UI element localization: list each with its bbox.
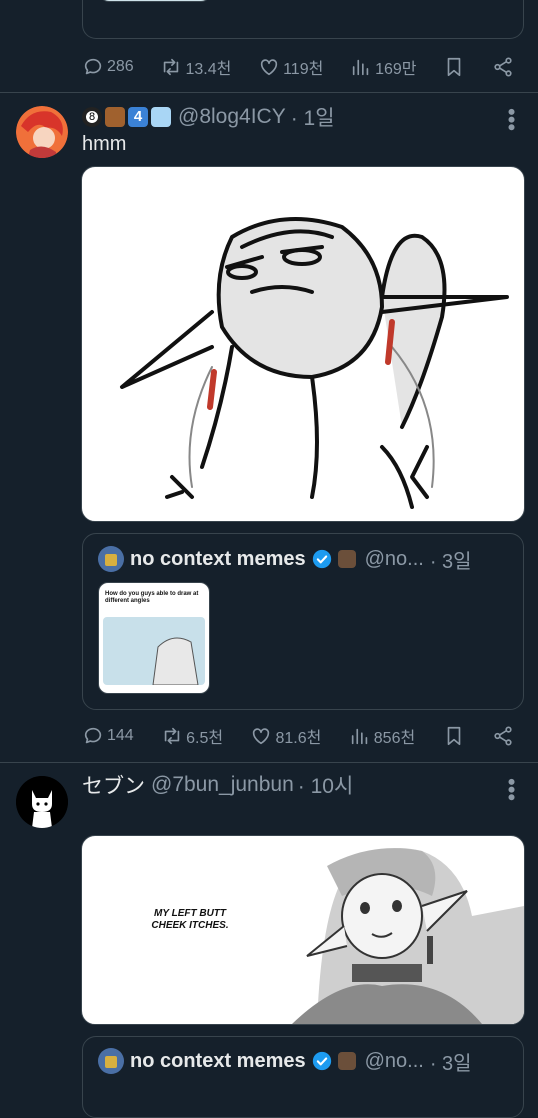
tweet-header: 8 4 @8log4ICY · 1일 [82,104,335,130]
views-icon [351,728,368,745]
like-button[interactable]: 119천 [258,55,323,79]
thumbnail-image [103,617,205,686]
portrait-icon [337,1052,356,1070]
views-button[interactable]: 169만 [350,55,416,79]
quote-handle: @no... [364,1049,424,1072]
quote-header: no context memes @no... · 3일 [98,1047,472,1075]
reply-button[interactable]: 144 [82,725,134,747]
quote-author-name: no context memes [130,1049,306,1072]
retweet-icon [164,727,180,745]
avatar[interactable] [16,776,68,828]
bookmark-icon [447,57,461,77]
more-icon[interactable]: ••• [499,108,524,131]
action-bar-previous: 286 13.4천 119천 169만 [82,53,514,81]
views-count: 169만 [375,61,417,78]
tweet-divider [0,762,538,763]
tweet-text: hmm [82,133,127,155]
share-icon [494,726,512,746]
user-handle[interactable]: @7bun_junbun [151,773,294,797]
action-bar: 144 6.5천 81.6천 856천 [82,722,514,750]
reply-icon [84,58,102,75]
quote-thumbnail [99,0,211,2]
quote-author-name: no context memes [130,547,306,570]
reply-button[interactable]: 286 [82,56,134,78]
reply-icon [84,727,102,744]
tweet-image[interactable] [81,166,525,522]
bookmark-button[interactable] [443,56,465,78]
number-badge: 4 [128,107,148,127]
avatar[interactable] [16,106,68,158]
quote-header: no context memes @no... · 3일 [98,545,472,573]
retweet-icon [164,58,179,76]
like-button[interactable]: 81.6천 [250,724,321,748]
share-icon [494,57,512,77]
retweet-button[interactable]: 13.4천 [160,55,231,79]
views-button[interactable]: 856천 [349,724,415,748]
tweet-time[interactable]: · 1일 [291,102,335,132]
views-count: 856천 [373,730,416,747]
like-icon [260,59,278,76]
share-button[interactable] [492,725,514,747]
quote-avatar [98,1048,124,1074]
views-icon [352,59,369,76]
like-count: 119천 [283,61,324,78]
retweet-count: 13.4천 [185,61,232,78]
user-handle[interactable]: @8log4ICY [178,105,286,129]
author-name[interactable]: セブン [82,770,145,800]
quote-avatar [98,546,124,572]
quote-time: · 3일 [429,550,472,573]
eight-ball-icon: 8 [82,107,102,127]
like-icon [253,728,270,745]
tweet-header: セブン @7bun_junbun · 10시 [82,772,353,798]
bookmark-button[interactable] [443,725,465,747]
quote-thumbnail[interactable]: How do you guys able to draw at differen… [98,582,210,694]
tweet-image[interactable]: MY LEFT BUTT CHEEK ITCHES. [81,835,525,1025]
more-icon[interactable]: ••• [499,778,524,801]
bookmark-icon [447,726,460,746]
tweet-divider [0,92,538,93]
verified-icon [312,549,331,569]
quote-handle: @no... [364,547,424,570]
quote-thumbnail-text: How do you guys able to draw at differen… [105,591,199,604]
like-count: 81.6천 [275,730,322,747]
share-button[interactable] [492,56,514,78]
portrait-icon [337,550,356,568]
quote-card-previous[interactable] [82,0,524,39]
reply-count: 144 [107,727,134,744]
retweet-button[interactable]: 6.5천 [161,724,223,748]
tweet-time[interactable]: · 10시 [298,770,354,800]
retweet-count: 6.5천 [186,730,224,747]
quote-time: · 3일 [429,1052,472,1075]
reply-count: 286 [107,58,134,75]
verified-icon [312,1051,331,1071]
wood-log-icon [105,107,125,127]
ice-cube-icon [151,107,171,127]
